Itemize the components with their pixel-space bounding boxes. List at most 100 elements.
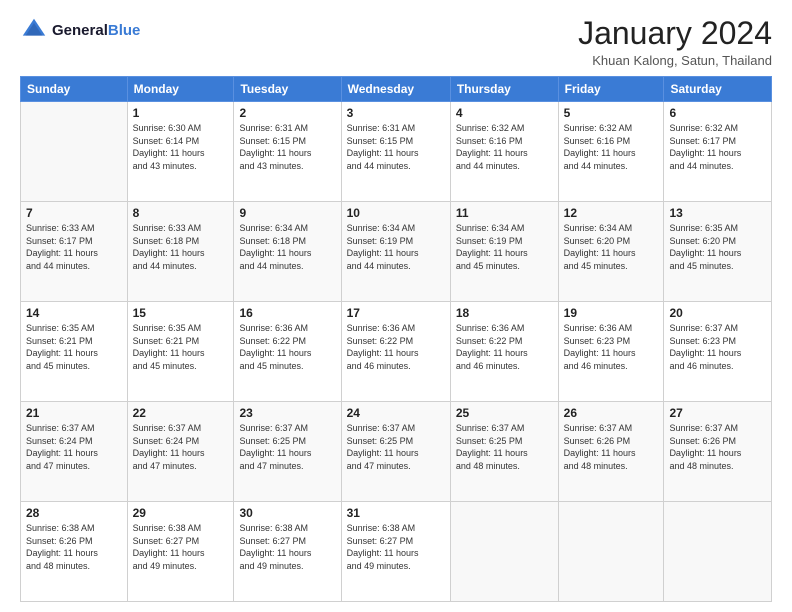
weekday-header: Friday [558, 77, 664, 102]
calendar-cell: 11Sunrise: 6:34 AM Sunset: 6:19 PM Dayli… [450, 202, 558, 302]
cell-info: Sunrise: 6:34 AM Sunset: 6:18 PM Dayligh… [239, 222, 335, 272]
day-number: 12 [564, 206, 659, 220]
cell-info: Sunrise: 6:37 AM Sunset: 6:24 PM Dayligh… [26, 422, 122, 472]
calendar-cell: 8 Sunrise: 6:33 AM Sunset: 6:18 PM Daylig… [127, 202, 234, 302]
day-number: 26 [564, 406, 659, 420]
day-number: 2 [239, 106, 335, 120]
calendar-header-row: SundayMondayTuesdayWednesdayThursdayFrid… [21, 77, 772, 102]
day-number: 14 [26, 306, 122, 320]
day-number: 29 [133, 506, 229, 520]
day-number: 21 [26, 406, 122, 420]
cell-info: Sunrise: 6:35 AM Sunset: 6:20 PM Dayligh… [669, 222, 766, 272]
calendar-week-row: 21 Sunrise: 6:37 AM Sunset: 6:24 PM Dayli… [21, 402, 772, 502]
cell-info: Sunrise: 6:32 AM Sunset: 6:16 PM Dayligh… [456, 122, 553, 172]
calendar-cell: 30 Sunrise: 6:38 AM Sunset: 6:27 PM Dayli… [234, 502, 341, 602]
day-number: 30 [239, 506, 335, 520]
day-number: 4 [456, 106, 553, 120]
calendar-week-row: 28 Sunrise: 6:38 AM Sunset: 6:26 PM Dayli… [21, 502, 772, 602]
cell-info: Sunrise: 6:31 AM Sunset: 6:15 PM Dayligh… [347, 122, 445, 172]
cell-info: Sunrise: 6:37 AM Sunset: 6:25 PM Dayligh… [456, 422, 553, 472]
cell-info: Sunrise: 6:38 AM Sunset: 6:27 PM Dayligh… [133, 522, 229, 572]
calendar-cell: 22 Sunrise: 6:37 AM Sunset: 6:24 PM Dayli… [127, 402, 234, 502]
calendar-cell: 5 Sunrise: 6:32 AM Sunset: 6:16 PM Daylig… [558, 102, 664, 202]
day-number: 17 [347, 306, 445, 320]
day-number: 9 [239, 206, 335, 220]
cell-info: Sunrise: 6:38 AM Sunset: 6:27 PM Dayligh… [239, 522, 335, 572]
cell-info: Sunrise: 6:31 AM Sunset: 6:15 PM Dayligh… [239, 122, 335, 172]
calendar-cell: 2 Sunrise: 6:31 AM Sunset: 6:15 PM Daylig… [234, 102, 341, 202]
calendar-cell: 4 Sunrise: 6:32 AM Sunset: 6:16 PM Daylig… [450, 102, 558, 202]
calendar-cell: 16Sunrise: 6:36 AM Sunset: 6:22 PM Dayli… [234, 302, 341, 402]
cell-info: Sunrise: 6:32 AM Sunset: 6:16 PM Dayligh… [564, 122, 659, 172]
logo-icon [20, 16, 48, 44]
header: GeneralBlue January 2024 Khuan Kalong, S… [20, 16, 772, 68]
cell-info: Sunrise: 6:35 AM Sunset: 6:21 PM Dayligh… [133, 322, 229, 372]
day-number: 5 [564, 106, 659, 120]
day-number: 24 [347, 406, 445, 420]
calendar-cell: 26 Sunrise: 6:37 AM Sunset: 6:26 PM Dayli… [558, 402, 664, 502]
calendar-cell: 1 Sunrise: 6:30 AM Sunset: 6:14 PM Daylig… [127, 102, 234, 202]
cell-info: Sunrise: 6:37 AM Sunset: 6:23 PM Dayligh… [669, 322, 766, 372]
title-block: January 2024 Khuan Kalong, Satun, Thaila… [578, 16, 772, 68]
day-number: 28 [26, 506, 122, 520]
day-number: 8 [133, 206, 229, 220]
cell-info: Sunrise: 6:37 AM Sunset: 6:26 PM Dayligh… [669, 422, 766, 472]
day-number: 20 [669, 306, 766, 320]
weekday-header: Thursday [450, 77, 558, 102]
weekday-header: Monday [127, 77, 234, 102]
day-number: 22 [133, 406, 229, 420]
cell-info: Sunrise: 6:34 AM Sunset: 6:20 PM Dayligh… [564, 222, 659, 272]
day-number: 19 [564, 306, 659, 320]
calendar-week-row: 14 Sunrise: 6:35 AM Sunset: 6:21 PM Dayli… [21, 302, 772, 402]
day-number: 25 [456, 406, 553, 420]
weekday-header: Sunday [21, 77, 128, 102]
cell-info: Sunrise: 6:36 AM Sunset: 6:22 PM Dayligh… [239, 322, 335, 372]
calendar-week-row: 1 Sunrise: 6:30 AM Sunset: 6:14 PM Daylig… [21, 102, 772, 202]
cell-info: Sunrise: 6:37 AM Sunset: 6:26 PM Dayligh… [564, 422, 659, 472]
calendar-cell: 25 Sunrise: 6:37 AM Sunset: 6:25 PM Dayli… [450, 402, 558, 502]
location: Khuan Kalong, Satun, Thailand [578, 53, 772, 68]
weekday-header: Wednesday [341, 77, 450, 102]
cell-info: Sunrise: 6:33 AM Sunset: 6:18 PM Dayligh… [133, 222, 229, 272]
day-number: 23 [239, 406, 335, 420]
day-number: 1 [133, 106, 229, 120]
calendar-table: SundayMondayTuesdayWednesdayThursdayFrid… [20, 76, 772, 602]
calendar-cell: 27 Sunrise: 6:37 AM Sunset: 6:26 PM Dayli… [664, 402, 772, 502]
day-number: 13 [669, 206, 766, 220]
calendar-cell: 3Sunrise: 6:31 AM Sunset: 6:15 PM Daylig… [341, 102, 450, 202]
cell-info: Sunrise: 6:36 AM Sunset: 6:22 PM Dayligh… [456, 322, 553, 372]
cell-info: Sunrise: 6:33 AM Sunset: 6:17 PM Dayligh… [26, 222, 122, 272]
calendar-cell: 31Sunrise: 6:38 AM Sunset: 6:27 PM Dayli… [341, 502, 450, 602]
cell-info: Sunrise: 6:38 AM Sunset: 6:26 PM Dayligh… [26, 522, 122, 572]
cell-info: Sunrise: 6:37 AM Sunset: 6:25 PM Dayligh… [239, 422, 335, 472]
calendar-cell: 19Sunrise: 6:36 AM Sunset: 6:23 PM Dayli… [558, 302, 664, 402]
day-number: 18 [456, 306, 553, 320]
calendar-cell: 23 Sunrise: 6:37 AM Sunset: 6:25 PM Dayli… [234, 402, 341, 502]
cell-info: Sunrise: 6:32 AM Sunset: 6:17 PM Dayligh… [669, 122, 766, 172]
calendar-cell: 20 Sunrise: 6:37 AM Sunset: 6:23 PM Dayli… [664, 302, 772, 402]
calendar-cell: 17Sunrise: 6:36 AM Sunset: 6:22 PM Dayli… [341, 302, 450, 402]
cell-info: Sunrise: 6:30 AM Sunset: 6:14 PM Dayligh… [133, 122, 229, 172]
month-title: January 2024 [578, 16, 772, 51]
calendar-cell: 12 Sunrise: 6:34 AM Sunset: 6:20 PM Dayli… [558, 202, 664, 302]
calendar-cell: 28 Sunrise: 6:38 AM Sunset: 6:26 PM Dayli… [21, 502, 128, 602]
calendar-cell: 13 Sunrise: 6:35 AM Sunset: 6:20 PM Dayli… [664, 202, 772, 302]
calendar-week-row: 7 Sunrise: 6:33 AM Sunset: 6:17 PM Daylig… [21, 202, 772, 302]
calendar-cell: 15Sunrise: 6:35 AM Sunset: 6:21 PM Dayli… [127, 302, 234, 402]
logo-text: GeneralBlue [52, 22, 140, 39]
day-number: 31 [347, 506, 445, 520]
calendar-cell: 18 Sunrise: 6:36 AM Sunset: 6:22 PM Dayli… [450, 302, 558, 402]
calendar-cell: 6Sunrise: 6:32 AM Sunset: 6:17 PM Daylig… [664, 102, 772, 202]
day-number: 27 [669, 406, 766, 420]
day-number: 10 [347, 206, 445, 220]
day-number: 7 [26, 206, 122, 220]
cell-info: Sunrise: 6:37 AM Sunset: 6:25 PM Dayligh… [347, 422, 445, 472]
logo: GeneralBlue [20, 16, 140, 44]
calendar-cell: 7 Sunrise: 6:33 AM Sunset: 6:17 PM Daylig… [21, 202, 128, 302]
weekday-header: Saturday [664, 77, 772, 102]
page: GeneralBlue January 2024 Khuan Kalong, S… [0, 0, 792, 612]
calendar-cell [558, 502, 664, 602]
calendar-cell: 10Sunrise: 6:34 AM Sunset: 6:19 PM Dayli… [341, 202, 450, 302]
cell-info: Sunrise: 6:34 AM Sunset: 6:19 PM Dayligh… [456, 222, 553, 272]
cell-info: Sunrise: 6:37 AM Sunset: 6:24 PM Dayligh… [133, 422, 229, 472]
